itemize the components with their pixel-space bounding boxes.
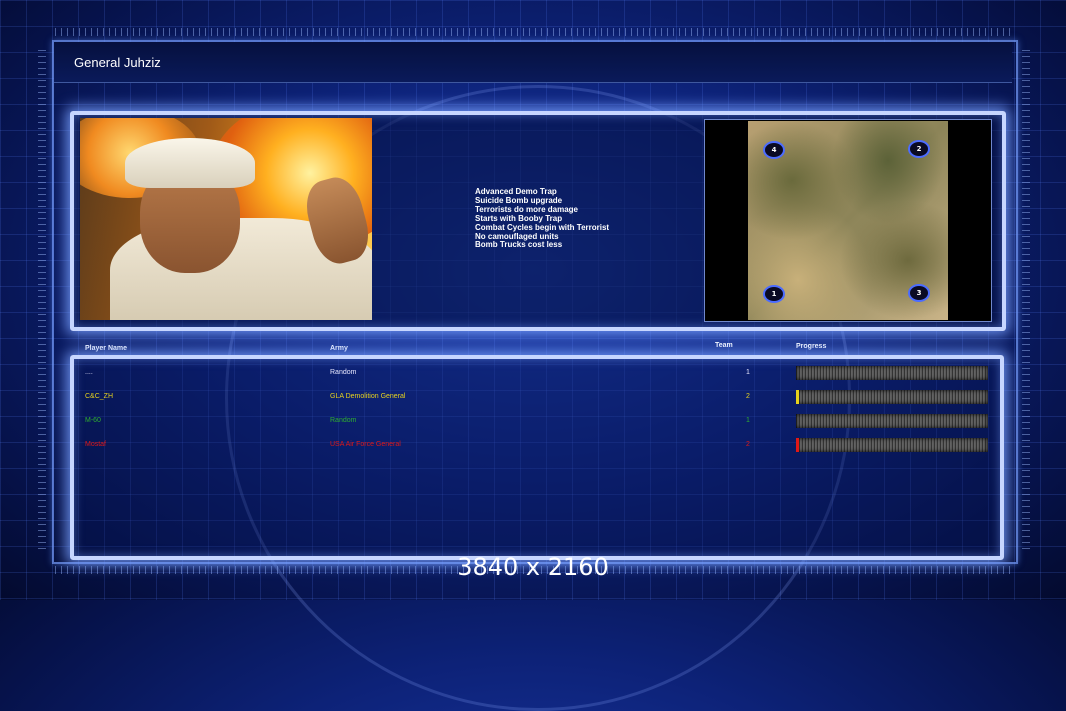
- resolution-caption: 3840 x 2160: [457, 553, 609, 581]
- player-name: C&C_ZH: [85, 393, 114, 400]
- header-progress: Progress: [796, 343, 827, 350]
- header-player-name: Player Name: [85, 345, 128, 352]
- general-bonus-list: Advanced Demo Trap Suicide Bomb upgrade …: [475, 187, 609, 250]
- general-turban: [125, 138, 255, 188]
- start-position-marker: 2: [908, 140, 930, 158]
- player-team: 1: [746, 369, 750, 376]
- player-army: Random: [330, 417, 357, 424]
- title-bar: [54, 42, 1012, 83]
- player-row: .... Random 1: [0, 366, 1066, 380]
- players-panel: [70, 355, 1004, 560]
- progress-bar: [796, 414, 988, 428]
- player-row: Mostaf USA Air Force General 2: [0, 438, 1066, 452]
- player-name: M-60: [85, 417, 101, 424]
- player-army: GLA Demolition General: [330, 393, 406, 400]
- player-name: Mostaf: [85, 441, 107, 448]
- general-title: General Juhziz: [74, 55, 161, 70]
- start-position-marker: 3: [908, 284, 930, 302]
- progress-fill: [796, 438, 799, 452]
- ruler-right: [1022, 50, 1030, 550]
- progress-bar: [796, 366, 988, 380]
- progress-bar: [796, 438, 988, 452]
- player-army: USA Air Force General: [330, 441, 401, 448]
- player-row: M-60 Random 1: [0, 414, 1066, 428]
- ruler-left: [38, 50, 46, 550]
- player-team: 2: [746, 441, 750, 448]
- start-position-marker: 4: [763, 141, 785, 159]
- map-preview: 4 2 1 3: [748, 121, 948, 320]
- player-team: 1: [746, 417, 750, 424]
- header-team: Team: [715, 342, 733, 349]
- header-army: Army: [330, 345, 348, 352]
- player-team: 2: [746, 393, 750, 400]
- bonus-item: Bomb Trucks cost less: [475, 240, 563, 250]
- player-army: Random: [330, 369, 357, 376]
- player-name: ....: [85, 369, 93, 376]
- ruler-top: [55, 28, 1010, 36]
- general-portrait: [80, 118, 372, 320]
- player-row: C&C_ZH GLA Demolition General 2: [0, 390, 1066, 404]
- map-preview-frame: 4 2 1 3: [704, 119, 992, 322]
- progress-fill: [796, 390, 799, 404]
- start-position-marker: 1: [763, 285, 785, 303]
- progress-bar: [796, 390, 988, 404]
